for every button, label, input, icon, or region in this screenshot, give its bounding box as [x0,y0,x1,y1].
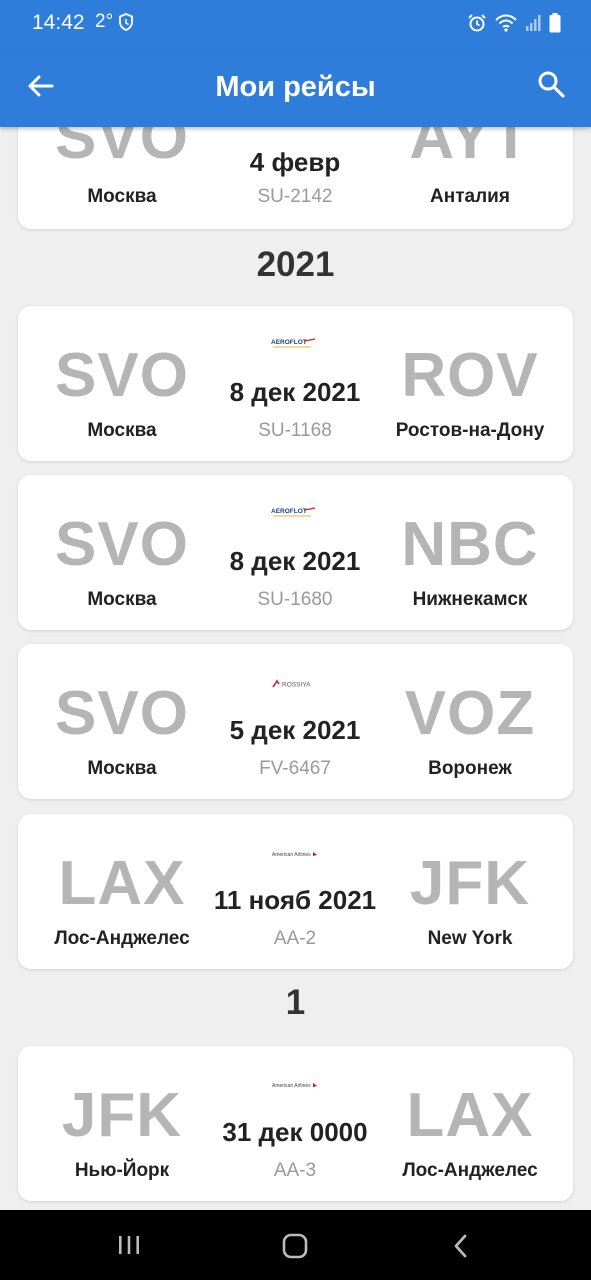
wifi-icon [495,14,517,37]
home-button[interactable] [281,1233,309,1264]
flight-number: SU-1680 [257,589,333,610]
navigation-bar [0,1210,591,1280]
recent-apps-button[interactable] [116,1233,142,1262]
flight-card[interactable]: AEROFLOT SVO ROV 8 дек 2021 SU-1168 Моск… [18,306,573,461]
flight-card[interactable]: ROSSIYA SVO VOZ 5 дек 2021 FV-6467 Москв… [18,644,573,799]
app-bar: Мои рейсы [0,50,591,127]
flight-card[interactable]: American Airlines JFK LAX 31 дек 0000 AA… [18,1046,573,1201]
battery-icon [549,13,561,38]
destination-city: Нижнекамск [412,589,528,610]
flight-number: SU-2142 [257,186,333,207]
flight-number: FV-6467 [259,758,331,779]
flight-number: SU-1168 [258,420,332,441]
svg-text:American Airlines: American Airlines [272,852,311,858]
flight-number: AA-2 [273,928,317,949]
flight-number: AA-3 [273,1160,317,1181]
svg-text:AEROFLOT: AEROFLOT [271,339,307,346]
section-header: 2021 [256,245,335,284]
section-header: 1 [285,983,306,1022]
flight-date: 11 нояб 2021 [213,885,377,915]
flight-date: 8 дек 2021 [229,377,361,407]
aeroflot-logo: AEROFLOT [255,506,335,518]
american-airlines-logo: American Airlines [255,848,335,860]
shield-icon [118,13,134,36]
american-airlines-logo: American Airlines [255,1079,335,1091]
search-icon [537,70,565,103]
svg-text:American Airlines: American Airlines [272,1083,311,1089]
flight-card[interactable]: AEROFLOT SVO NBC 8 дек 2021 SU-1680 Моск… [18,475,573,630]
status-temperature: 2° [95,11,114,32]
rossiya-logo: ROSSIYA [255,678,335,690]
status-bar: 14:42 2° [0,0,591,50]
flight-card[interactable]: SVO AYT 4 февр SU-2142 Москва Анталия [18,127,573,229]
destination-city: Лос-Анджелес [402,1160,538,1181]
origin-city: Москва [87,420,157,441]
search-button[interactable] [533,68,569,104]
flight-date: 4 февр [249,147,341,177]
flight-date: 31 дек 0000 [222,1117,368,1147]
destination-city: Воронеж [428,758,512,779]
origin-city: Москва [87,589,157,610]
destination-city: Анталия [430,186,510,207]
destination-city: Ростов-на-Дону [395,420,545,441]
flight-list[interactable]: SVO AYT 4 февр SU-2142 Москва Анталия 20… [0,127,591,1210]
back-nav-button[interactable] [450,1233,472,1264]
aeroflot-logo: AEROFLOT [255,337,335,349]
flight-card[interactable]: American Airlines LAX JFK 11 нояб 2021 A… [18,814,573,969]
page-title: Мои рейсы [215,71,376,103]
svg-text:ROSSIYA: ROSSIYA [282,682,311,689]
origin-city: Нью-Йорк [74,1160,170,1181]
svg-text:AEROFLOT: AEROFLOT [271,508,307,515]
status-time: 14:42 [32,11,85,34]
signal-icon [525,14,541,37]
alarm-icon [467,13,487,38]
destination-city: New York [427,928,513,949]
origin-city: Москва [87,758,157,779]
origin-city: Лос-Анджелес [54,928,190,949]
flight-date: 8 дек 2021 [229,546,361,576]
flight-date: 5 дек 2021 [229,715,361,745]
origin-city: Москва [87,186,157,207]
